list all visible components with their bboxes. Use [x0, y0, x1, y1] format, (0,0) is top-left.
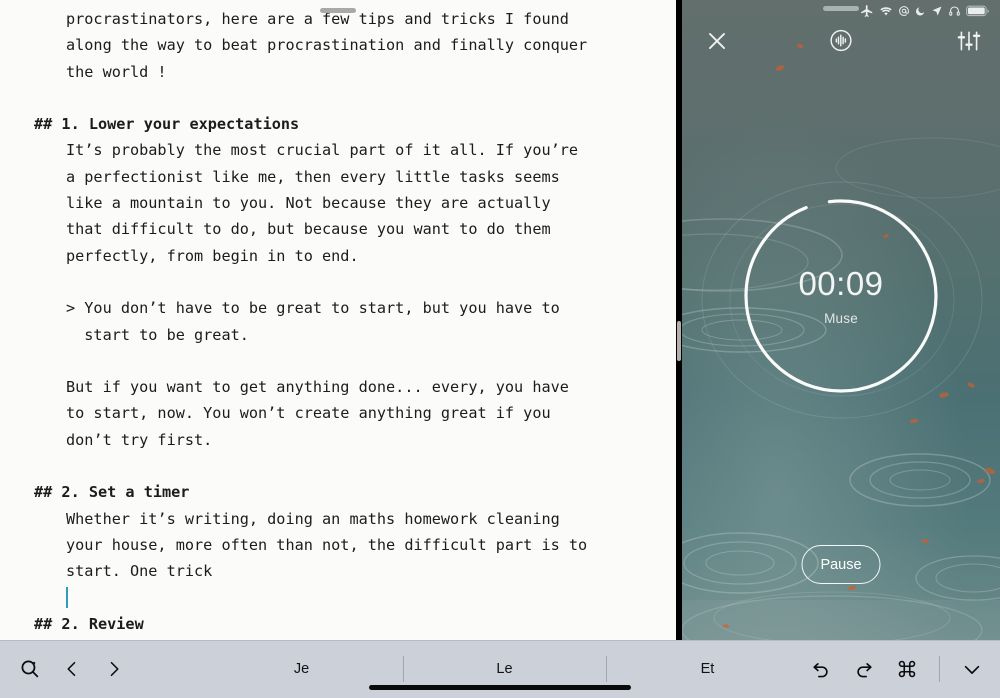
pause-button[interactable]: Pause — [801, 545, 881, 584]
airplane-mode-icon — [861, 5, 873, 17]
ios-status-bar — [682, 0, 1000, 22]
ipad-split-view-window: procrastinators, here are a few tips and… — [0, 0, 1000, 698]
editor-blank-line — [0, 269, 676, 295]
timer-pane-drag-handle[interactable] — [823, 6, 859, 11]
timer-progress-ring[interactable]: 00:09 Muse — [741, 196, 941, 396]
editor-blank-line — [0, 453, 676, 479]
split-view-divider-grip[interactable] — [677, 321, 681, 361]
editor-heading-line: ## 1. Lower your expectations — [34, 115, 300, 134]
search-icon[interactable] — [18, 657, 42, 681]
toolbar-left-group — [0, 649, 200, 689]
editor-text-line: to start, now. You won’t create anything… — [66, 404, 551, 423]
toolbar-top-divider — [0, 640, 1000, 641]
suggestion-2[interactable]: Le — [403, 652, 606, 686]
editor-text-line: perfectly, from begin in to end. — [66, 246, 359, 265]
editor-text-line: But if you want to get anything done... … — [66, 378, 569, 397]
headphones-icon — [949, 6, 960, 16]
chevron-left-icon[interactable] — [60, 657, 84, 681]
editor-text-line: your house, more often than not, the dif… — [66, 535, 588, 554]
editor-pane-drag-handle[interactable] — [320, 8, 356, 13]
suggestion-3[interactable]: Et — [606, 652, 809, 686]
editor-text-line: like a mountain to you. Not because they… — [66, 194, 551, 213]
location-arrow-icon — [932, 6, 942, 16]
editor-text-line: start. One trick — [66, 562, 213, 581]
undo-arrow-icon[interactable] — [809, 657, 833, 681]
timer-sound-name: Muse — [824, 310, 858, 326]
timer-elapsed: 00:09 — [798, 264, 884, 302]
editor-heading-line: ## 2. Set a timer — [34, 483, 190, 502]
editor-text-line: that difficult to do, but because you wa… — [66, 220, 551, 239]
editor-text-line: Whether it’s writing, doing an maths hom… — [66, 509, 560, 528]
editor-heading-line: ## 2. Review — [34, 614, 144, 633]
home-indicator[interactable] — [369, 685, 631, 690]
at-symbol-icon — [899, 6, 909, 16]
wifi-icon — [880, 7, 892, 16]
editor-blank-line — [0, 348, 676, 374]
toolbar-separator — [939, 656, 940, 682]
redo-arrow-icon[interactable] — [852, 657, 876, 681]
do-not-disturb-moon-icon — [915, 7, 925, 16]
close-icon[interactable] — [704, 28, 730, 54]
text-cursor — [0, 585, 676, 611]
focus-timer-pane: 00:09 Muse Pause — [682, 0, 1000, 640]
timer-top-bar — [682, 24, 1000, 58]
editor-text-line: It’s probably the most crucial part of i… — [66, 141, 579, 160]
toolbar-right-group — [809, 649, 1000, 689]
editor-text-area[interactable]: procrastinators, here are a few tips and… — [0, 0, 676, 640]
predictive-text-suggestions: Je Le Et — [200, 652, 809, 686]
editor-text-line: along the way to beat procrastination an… — [66, 36, 588, 55]
editor-text-line: don’t try first. — [66, 430, 213, 449]
chevron-down-icon[interactable] — [960, 657, 984, 681]
sound-wave-icon[interactable] — [827, 26, 856, 55]
markdown-editor-pane[interactable]: procrastinators, here are a few tips and… — [0, 0, 676, 640]
editor-blockquote-line: > You don’t have to be great to start, b… — [66, 299, 560, 318]
chevron-right-icon[interactable] — [102, 657, 126, 681]
editor-text-line: a perfectionist like me, then every litt… — [66, 167, 560, 186]
battery-icon — [966, 5, 989, 17]
editor-text-line: the world ! — [66, 62, 167, 81]
editor-blank-line — [0, 85, 676, 111]
suggestion-1[interactable]: Je — [200, 652, 403, 686]
mixer-sliders-icon[interactable] — [956, 28, 982, 54]
editor-blockquote-line: start to be great. — [66, 325, 249, 344]
command-key-icon[interactable] — [895, 657, 919, 681]
timer-readout: 00:09 Muse — [741, 196, 941, 396]
split-view-divider[interactable] — [676, 0, 682, 640]
caret-bar — [66, 586, 68, 608]
